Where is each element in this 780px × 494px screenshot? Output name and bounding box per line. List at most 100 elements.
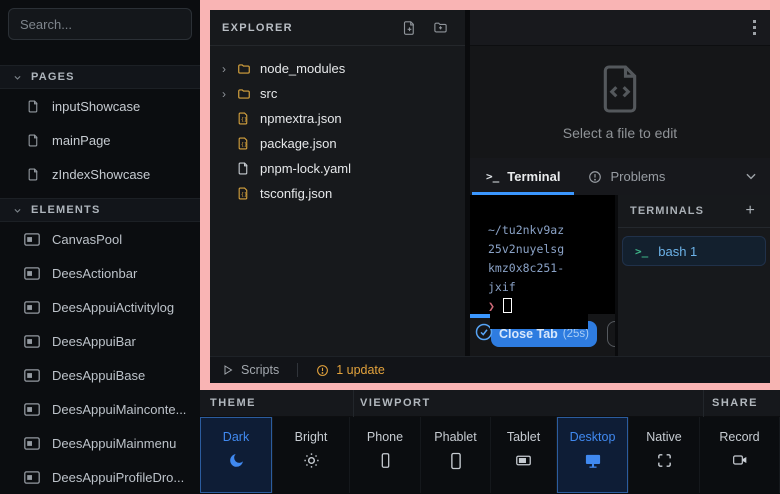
sidebar-item-label: DeesAppuiActivitylog <box>52 300 174 315</box>
alert-circle-icon <box>316 364 329 377</box>
toolbar-section-theme: THEME <box>210 397 256 409</box>
viewport-native-button[interactable]: Native <box>629 417 700 493</box>
sidebar-item-deesappuimaincontent[interactable]: DeesAppuiMainconte... <box>0 392 200 426</box>
sidebar-item-label: inputShowcase <box>52 99 140 114</box>
update-notice[interactable]: 1 update <box>316 363 385 377</box>
scripts-button[interactable]: Scripts <box>222 363 279 377</box>
problems-icon <box>588 170 602 184</box>
explorer-panel: EXPLORER › node_modules › src { <box>210 10 465 356</box>
viewport-desktop-button[interactable]: Desktop <box>557 417 629 493</box>
new-file-icon[interactable] <box>402 20 417 36</box>
record-icon <box>731 452 749 468</box>
button-label: Dark <box>223 430 249 444</box>
terminals-title: TERMINALS <box>630 205 704 217</box>
editor-empty-state: Select a file to edit <box>470 46 770 158</box>
viewport-tablet-button[interactable]: Tablet <box>491 417 557 493</box>
theme-bright-button[interactable]: Bright <box>273 417 350 493</box>
tree-item-node-modules[interactable]: › node_modules <box>210 56 465 81</box>
ide-highlight-frame: EXPLORER › node_modules › src { <box>200 0 780 390</box>
sidebar-item-deesappuibase[interactable]: DeesAppuiBase <box>0 358 200 392</box>
viewport-phablet-button[interactable]: Phablet <box>421 417 491 493</box>
page-icon <box>27 133 40 148</box>
file-name: pnpm-lock.yaml <box>260 161 351 176</box>
search-input[interactable] <box>8 8 192 40</box>
sidebar-item-deesappuiprofiledropdown[interactable]: DeesAppuiProfileDro... <box>0 460 200 494</box>
terminal-line: 25v2nuyelsg <box>488 240 615 259</box>
svg-text:{}: {} <box>241 192 248 198</box>
component-icon <box>24 233 40 246</box>
tab-label: Problems <box>610 169 665 184</box>
sidebar-item-deesappuibar[interactable]: DeesAppuiBar <box>0 324 200 358</box>
terminal-prompt-icon: >_ <box>486 170 499 183</box>
terminal-area: ~/tu2nkv9az 25v2nuyelsg kmz0x8c251- jxif… <box>470 195 770 356</box>
sidebar-item-label: DeesActionbar <box>52 266 137 281</box>
file-name: tsconfig.json <box>260 186 332 201</box>
viewport-phone-button[interactable]: Phone <box>350 417 421 493</box>
section-header-pages[interactable]: PAGES <box>0 65 200 89</box>
toolbar-section-viewport: VIEWPORT <box>360 397 431 409</box>
sidebar-item-zindexshowcase[interactable]: zIndexShowcase <box>0 157 200 191</box>
toolbar-head-divider <box>703 390 704 417</box>
secondary-dialog-button[interactable] <box>607 321 615 347</box>
page-icon <box>27 99 40 114</box>
sidebar-item-deesappuiactivitylog[interactable]: DeesAppuiActivitylog <box>0 290 200 324</box>
tree-item-src[interactable]: › src <box>210 81 465 106</box>
component-sidebar: PAGES inputShowcase mainPage zIndexShowc… <box>0 0 200 493</box>
component-icon <box>24 267 40 280</box>
phablet-icon <box>447 452 465 470</box>
desktop-icon <box>584 452 602 469</box>
theme-dark-button[interactable]: Dark <box>200 417 273 493</box>
play-icon <box>222 364 234 376</box>
sidebar-item-mainpage[interactable]: mainPage <box>0 123 200 157</box>
section-label: PAGES <box>31 71 75 83</box>
sidebar-item-inputshowcase[interactable]: inputShowcase <box>0 89 200 123</box>
sidebar-item-deesactionbar[interactable]: DeesActionbar <box>0 256 200 290</box>
tab-terminal[interactable]: >_ Terminal <box>472 158 574 195</box>
button-label: Desktop <box>570 430 616 444</box>
add-terminal-button[interactable]: + <box>746 202 756 220</box>
share-record-button[interactable]: Record <box>700 417 780 493</box>
sidebar-item-label: mainPage <box>52 133 111 148</box>
tab-problems[interactable]: Problems <box>574 158 679 195</box>
terminal-line: jxif <box>488 278 615 297</box>
prompt-glyph: ❯ <box>488 299 495 313</box>
new-folder-icon[interactable] <box>432 20 449 35</box>
phone-icon <box>377 452 394 469</box>
terminal-screen[interactable]: ~/tu2nkv9az 25v2nuyelsg kmz0x8c251- jxif… <box>470 195 615 314</box>
page-icon <box>27 167 40 182</box>
sidebar-item-label: CanvasPool <box>52 232 122 247</box>
scripts-label: Scripts <box>241 363 279 377</box>
terminal-panel: ~/tu2nkv9az 25v2nuyelsg kmz0x8c251- jxif… <box>470 195 615 356</box>
tree-item-npmextra-json[interactable]: {} npmextra.json <box>210 106 465 131</box>
tree-item-package-json[interactable]: {} package.json <box>210 131 465 156</box>
toolbar-section-share: SHARE <box>712 397 758 409</box>
chevron-down-icon <box>13 73 22 82</box>
sun-icon <box>303 452 320 469</box>
statusbar-divider <box>297 363 298 377</box>
terminal-line: ~/tu2nkv9az <box>488 221 615 240</box>
sidebar-item-canvaspool[interactable]: CanvasPool <box>0 222 200 256</box>
tree-item-pnpm-lock-yaml[interactable]: pnpm-lock.yaml <box>210 156 465 181</box>
tree-item-tsconfig-json[interactable]: {} tsconfig.json <box>210 181 465 206</box>
ide-statusbar: Scripts 1 update <box>210 356 770 383</box>
update-label: 1 update <box>336 363 385 377</box>
kebab-menu-icon[interactable] <box>753 20 756 35</box>
embedded-ide: EXPLORER › node_modules › src { <box>210 10 770 383</box>
sidebar-item-deesappuimainmenu[interactable]: DeesAppuiMainmenu <box>0 426 200 460</box>
collapse-panel-icon[interactable] <box>744 169 758 183</box>
editor-column: Select a file to edit >_ Terminal Proble… <box>470 10 770 356</box>
component-icon <box>24 403 40 416</box>
code-file-icon <box>598 63 642 115</box>
terminal-prompt-icon: >_ <box>635 245 648 258</box>
file-name: npmextra.json <box>260 111 342 126</box>
terminal-session-bash1[interactable]: >_ bash 1 <box>622 236 766 266</box>
section-header-elements[interactable]: ELEMENTS <box>0 198 200 222</box>
chevron-right-icon: › <box>222 87 235 101</box>
svg-text:{}: {} <box>241 142 248 148</box>
explorer-title: EXPLORER <box>222 22 293 34</box>
button-label: Phone <box>367 430 403 444</box>
tablet-icon <box>514 452 533 469</box>
chevron-right-icon: › <box>222 62 235 76</box>
json-file-icon: {} <box>237 111 250 126</box>
file-name: src <box>260 86 277 101</box>
